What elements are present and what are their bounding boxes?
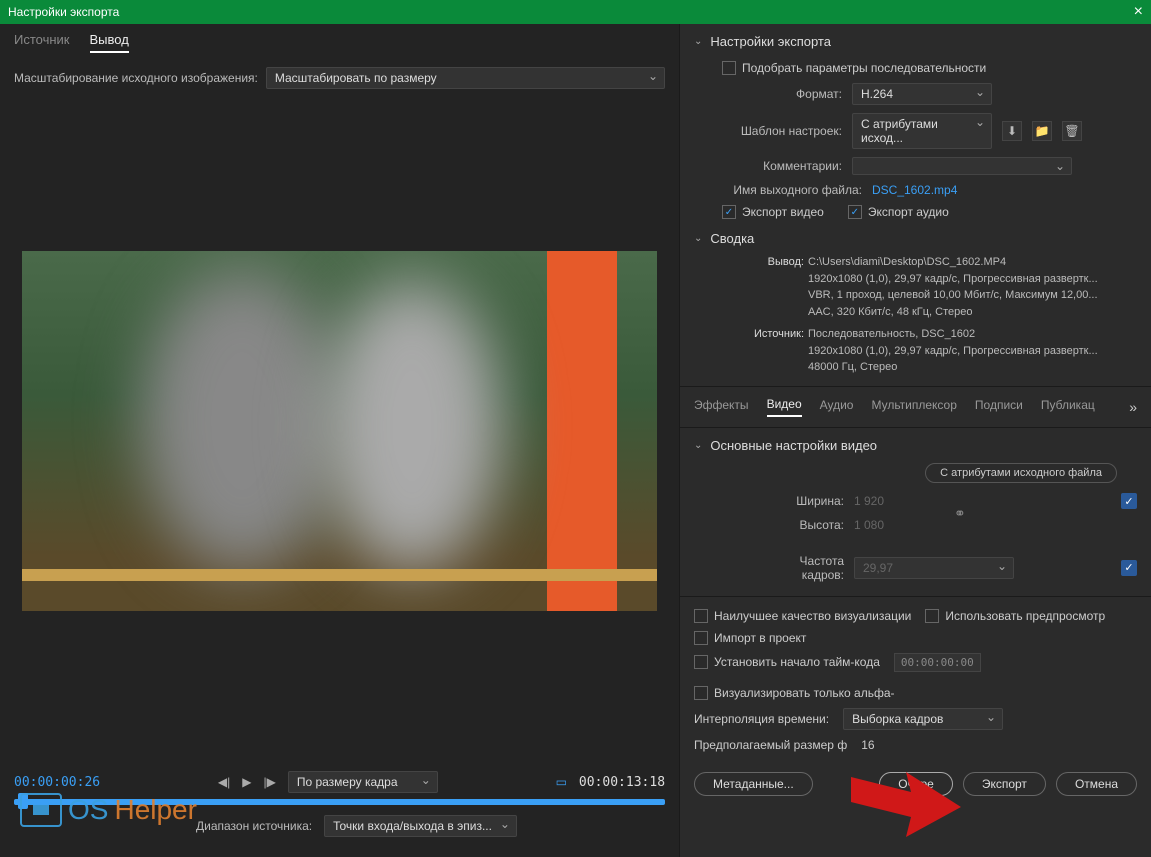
summary-output: Вывод:C:\Users\diami\Desktop\DSC_1602.MP… (694, 254, 1137, 320)
chevron-down-icon: ⌄ (694, 440, 702, 451)
step-next-icon[interactable]: |▶ (263, 775, 275, 789)
link-dimensions-icon[interactable]: ⚭ (954, 505, 966, 522)
set-timecode-checkbox[interactable]: Установить начало тайм-кода (694, 655, 880, 669)
range-dropdown[interactable]: Точки входа/выхода в эпиз... (324, 815, 517, 837)
total-timecode: 00:00:13:18 (579, 775, 665, 790)
video-preview (22, 251, 657, 611)
summary-header[interactable]: ⌄ Сводка (694, 231, 1137, 246)
range-label: Диапазон источника: (196, 819, 312, 833)
tabs-overflow-icon[interactable]: » (1129, 399, 1137, 415)
match-width-checkbox[interactable] (1121, 493, 1137, 509)
export-settings-header[interactable]: ⌄ Настройки экспорта (694, 34, 1137, 49)
queue-button[interactable]: Очере (879, 772, 953, 796)
export-video-checkbox[interactable]: Экспорт видео (722, 205, 824, 219)
step-prev-icon[interactable]: ◀| (218, 775, 230, 789)
fps-dropdown[interactable]: 29,97 (854, 557, 1014, 579)
timecode-box: 00:00:00:00 (894, 653, 981, 672)
match-sequence-checkbox[interactable]: Подобрать параметры последовательности (722, 61, 986, 75)
tab-captions[interactable]: Подписи (975, 398, 1023, 416)
fit-dropdown[interactable]: По размеру кадра (288, 771, 438, 793)
output-name-link[interactable]: DSC_1602.mp4 (872, 183, 957, 197)
chevron-down-icon: ⌄ (694, 233, 702, 244)
delete-preset-icon[interactable]: 🗑 (1062, 121, 1082, 141)
preset-dropdown[interactable]: С атрибутами исход... (852, 113, 992, 149)
tab-effects[interactable]: Эффекты (694, 398, 749, 416)
best-quality-checkbox[interactable]: Наилучшее качество визуализации (694, 609, 911, 623)
use-preview-checkbox[interactable]: Использовать предпросмотр (925, 609, 1105, 623)
tab-audio[interactable]: Аудио (820, 398, 854, 416)
comments-label: Комментарии: (722, 159, 842, 173)
timeline-scrubber[interactable] (14, 799, 665, 805)
tab-multiplexer[interactable]: Мультиплексор (871, 398, 956, 416)
aspect-icon[interactable]: ▭ (556, 775, 567, 789)
cancel-button[interactable]: Отмена (1056, 772, 1137, 796)
format-dropdown[interactable]: H.264 (852, 83, 992, 105)
comments-input[interactable] (852, 157, 1072, 175)
close-icon[interactable]: × (1134, 3, 1143, 21)
fps-label: Частота кадров: (754, 554, 844, 582)
width-label: Ширина: (754, 494, 844, 508)
est-size-label: Предполагаемый размер ф (694, 738, 847, 752)
scaling-label: Масштабирование исходного изображения: (14, 71, 258, 85)
output-name-label: Имя выходного файла: (722, 183, 862, 197)
export-audio-checkbox[interactable]: Экспорт аудио (848, 205, 949, 219)
metadata-button[interactable]: Метаданные... (694, 772, 813, 796)
import-project-checkbox[interactable]: Импорт в проект (694, 631, 806, 645)
play-icon[interactable]: ▶ (242, 775, 251, 789)
tab-source[interactable]: Источник (14, 32, 70, 53)
tab-publish[interactable]: Публикац (1041, 398, 1095, 416)
height-value[interactable]: 1 080 (854, 518, 914, 532)
import-preset-icon[interactable]: 📁 (1032, 121, 1052, 141)
match-source-button[interactable]: С атрибутами исходного файла (925, 463, 1117, 483)
save-preset-icon[interactable]: ⬇ (1002, 121, 1022, 141)
current-timecode[interactable]: 00:00:00:26 (14, 775, 100, 790)
width-value[interactable]: 1 920 (854, 494, 914, 508)
tab-output[interactable]: Вывод (90, 32, 129, 53)
interp-label: Интерполяция времени: (694, 712, 829, 726)
match-fps-checkbox[interactable] (1121, 560, 1137, 576)
export-button[interactable]: Экспорт (963, 772, 1046, 796)
tab-video[interactable]: Видео (767, 397, 802, 417)
video-settings-header[interactable]: ⌄ Основные настройки видео (694, 438, 1137, 453)
scaling-dropdown[interactable]: Масштабировать по размеру (266, 67, 665, 89)
est-size-value: 16 (861, 738, 874, 752)
window-title: Настройки экспорта (8, 5, 119, 19)
alpha-only-checkbox[interactable]: Визуализировать только альфа- (694, 686, 895, 700)
summary-source: Источник:Последовательность, DSC_1602 19… (694, 326, 1137, 376)
preset-label: Шаблон настроек: (722, 124, 842, 138)
interp-dropdown[interactable]: Выборка кадров (843, 708, 1003, 730)
format-label: Формат: (722, 87, 842, 101)
height-label: Высота: (754, 518, 844, 532)
chevron-down-icon: ⌄ (694, 36, 702, 47)
